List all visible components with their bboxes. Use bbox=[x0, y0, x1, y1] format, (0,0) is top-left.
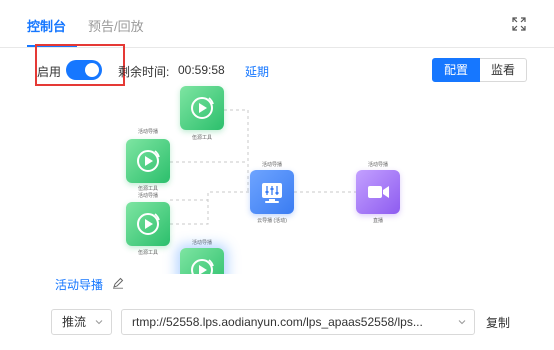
tab-console[interactable]: 控制台 bbox=[27, 16, 66, 35]
push-mode-select[interactable]: 推流 bbox=[51, 309, 112, 335]
active-director-label[interactable]: 活动导播 bbox=[55, 276, 103, 293]
source-node-2-tag: 活动导播 bbox=[137, 129, 159, 135]
flow-diagram: 伍源工具 活动导播 伍源工具 活动导播 伍源工具 活动导播 活动导播 云导播 (… bbox=[0, 82, 554, 274]
director-node-tag: 活动导播 bbox=[261, 162, 283, 168]
play-signal-icon bbox=[137, 150, 160, 172]
copy-button[interactable]: 复制 bbox=[486, 314, 510, 331]
expand-icon[interactable] bbox=[512, 17, 526, 31]
source-node-4[interactable] bbox=[180, 248, 224, 274]
play-signal-icon bbox=[191, 259, 214, 274]
push-url-select[interactable]: rtmp://52558.lps.aodianyun.com/lps_apaas… bbox=[121, 309, 475, 335]
push-url-value: rtmp://52558.lps.aodianyun.com/lps_apaas… bbox=[132, 315, 423, 329]
tab-preview-replay[interactable]: 预告/回放 bbox=[88, 16, 144, 35]
chevron-down-icon bbox=[95, 320, 103, 325]
source-node-3[interactable] bbox=[126, 202, 170, 246]
remaining-time-value: 00:59:58 bbox=[178, 63, 225, 77]
config-button[interactable]: 配置 bbox=[432, 58, 480, 82]
chevron-down-icon bbox=[458, 320, 466, 325]
edit-pencil-icon[interactable] bbox=[112, 276, 124, 289]
source-node-3-caption: 伍源工具 bbox=[137, 250, 159, 256]
tab-bar: 控制台 预告/回放 bbox=[0, 0, 554, 48]
play-signal-icon bbox=[137, 213, 160, 235]
extend-link[interactable]: 延期 bbox=[245, 63, 269, 80]
source-node-1[interactable] bbox=[180, 86, 224, 130]
source-node-2[interactable] bbox=[126, 139, 170, 183]
source-node-4-tag: 活动导播 bbox=[191, 240, 213, 246]
source-node-3-tag: 活动导播 bbox=[137, 193, 159, 199]
video-camera-icon bbox=[368, 186, 389, 198]
play-signal-icon bbox=[191, 97, 214, 119]
mixer-monitor-icon bbox=[262, 183, 282, 203]
source-node-1-caption: 伍源工具 bbox=[191, 135, 213, 141]
director-node-caption: 云导播 (活动) bbox=[257, 218, 287, 224]
director-node[interactable] bbox=[250, 170, 294, 214]
remaining-time-label: 剩余时间: bbox=[118, 65, 170, 79]
source-node-2-caption: 伍源工具 bbox=[137, 186, 159, 192]
annotation-highlight-box bbox=[35, 44, 125, 86]
live-node[interactable] bbox=[356, 170, 400, 214]
live-node-tag: 活动导播 bbox=[367, 162, 389, 168]
live-node-caption: 直播 bbox=[372, 218, 384, 224]
push-mode-value: 推流 bbox=[62, 315, 87, 329]
monitor-button[interactable]: 监看 bbox=[480, 58, 527, 82]
